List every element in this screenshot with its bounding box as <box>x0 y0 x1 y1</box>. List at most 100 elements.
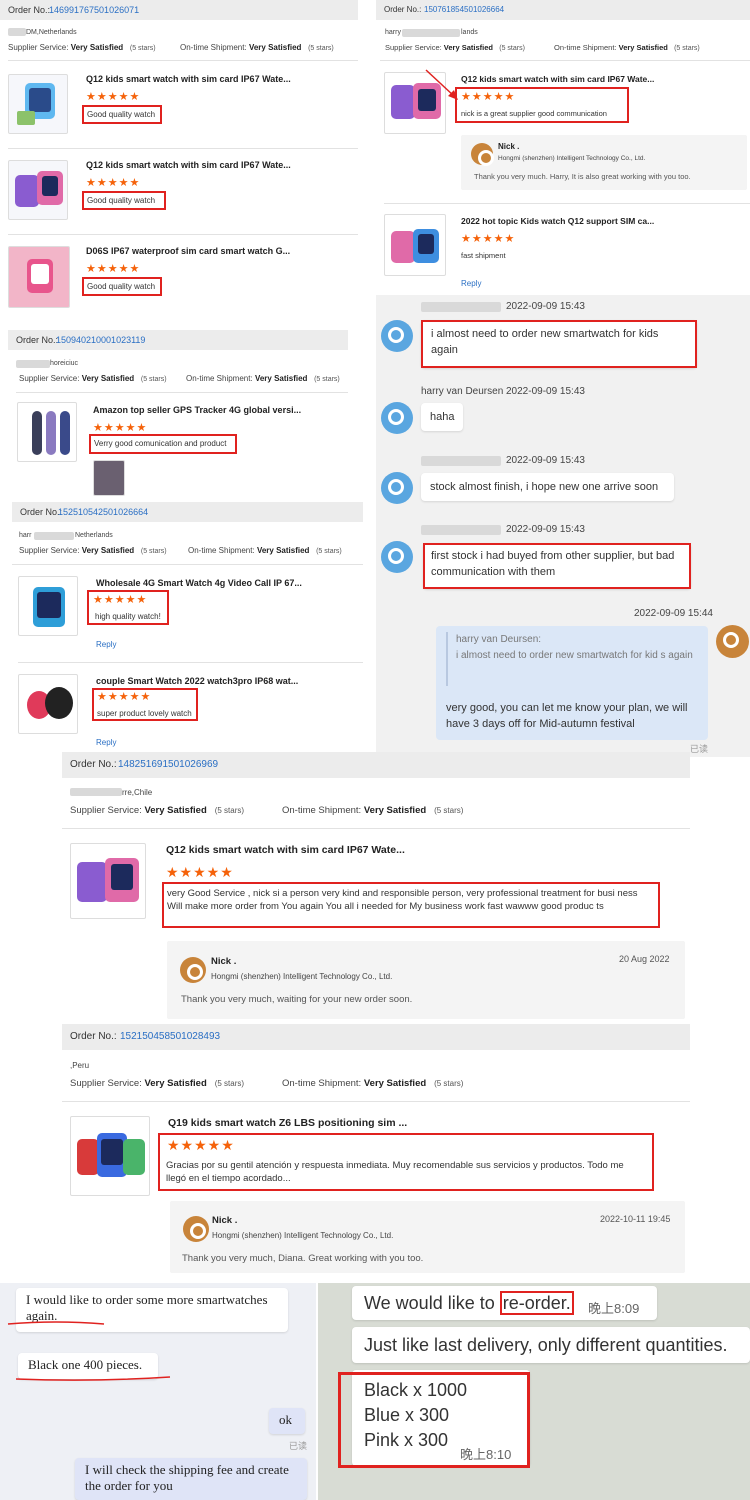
message-text: Just like last delivery, only different … <box>364 1335 728 1355</box>
buyer-avatar[interactable] <box>381 320 413 352</box>
blurred-sender-name <box>421 456 501 466</box>
message-time: 2022-09-09 15:43 <box>506 524 585 535</box>
product-title[interactable]: D06S IP67 waterproof sim card smart watc… <box>86 246 301 256</box>
stars-note: (5 stars) <box>316 548 342 555</box>
review-text: Good quality watch <box>82 277 162 296</box>
reply-link[interactable]: Reply <box>96 738 116 747</box>
product-image[interactable] <box>8 246 70 308</box>
highlight-box <box>338 1372 530 1468</box>
review-photo[interactable] <box>93 460 125 496</box>
message-text: Black one 400 pieces. <box>28 1357 143 1372</box>
supplier-label: Supplier Service: <box>19 374 80 383</box>
blurred-buyer-name <box>70 788 122 796</box>
supplier-rating: Supplier Service: Very Satisfied (5 star… <box>70 1078 244 1089</box>
message-text: haha <box>430 411 455 423</box>
buyer-avatar[interactable] <box>381 402 413 434</box>
shipment-label: On-time Shipment: <box>180 43 247 52</box>
message-text: stock almost finish, i hope new one arri… <box>430 481 659 493</box>
product-image[interactable] <box>17 402 77 462</box>
buyer-name: harr <box>19 532 32 539</box>
buyer-name: horeiciuc <box>50 360 79 367</box>
stars-note: (5 stars) <box>129 45 156 52</box>
message-time: 晚上8:09 <box>588 1301 640 1316</box>
seller-reply-card: Nick . Hongmi (shenzhen) Intelligent Tec… <box>167 941 685 1019</box>
supplier-label: Supplier Service: <box>385 43 442 52</box>
seller-avatar <box>180 957 206 983</box>
product-title[interactable]: Wholesale 4G Smart Watch 4g Video Call I… <box>96 578 306 588</box>
order-number-link[interactable]: 148251691501026969 <box>118 759 218 770</box>
order-number-link[interactable]: 150761854501026664 <box>424 5 504 14</box>
shipment-rating: On-time Shipment: Very Satisfied (5 star… <box>282 1078 463 1089</box>
seller-name: Nick . <box>211 956 237 967</box>
supplier-value: Very Satisfied <box>443 43 493 52</box>
supplier-label: Supplier Service: <box>19 546 80 555</box>
chat-bubble-own: I will check the shipping fee and create… <box>75 1458 307 1500</box>
product-title[interactable]: Q12 kids smart watch with sim card IP67 … <box>166 844 446 856</box>
blurred-buyer-name <box>16 360 50 368</box>
own-chat-bubble: harry van Deursen: i almost need to orde… <box>436 626 708 740</box>
shipment-rating: On-time Shipment: Very Satisfied (5 star… <box>554 43 700 52</box>
seller-name: Nick . <box>498 142 520 151</box>
product-title[interactable]: Q19 kids smart watch Z6 LBS positioning … <box>168 1117 438 1129</box>
supplier-rating: Supplier Service: Very Satisfied (5 star… <box>70 805 244 816</box>
order-number-link[interactable]: 152150458501028493 <box>120 1031 220 1042</box>
product-title[interactable]: couple Smart Watch 2022 watch3pro IP68 w… <box>96 676 306 686</box>
buyer-avatar[interactable] <box>381 541 413 573</box>
order-label: Order No.: <box>8 5 51 15</box>
chat-bubble: Just like last delivery, only different … <box>352 1327 750 1363</box>
reply-link[interactable]: Reply <box>461 279 481 288</box>
product-title[interactable]: Q12 kids smart watch with sim card IP67 … <box>86 160 301 170</box>
shipment-label: On-time Shipment: <box>186 374 253 383</box>
shipment-value: Very Satisfied <box>256 546 310 555</box>
product-image[interactable] <box>70 843 146 919</box>
seller-avatar <box>183 1216 209 1242</box>
order-header: Order No.: 152150458501028493 <box>62 1024 690 1050</box>
product-image[interactable] <box>384 214 446 276</box>
chat-bubble-own: ok <box>269 1408 305 1434</box>
supplier-value: Very Satisfied <box>144 1078 207 1089</box>
quoted-text: i almost need to order new smartwatch fo… <box>456 650 693 661</box>
supplier-value: Very Satisfied <box>70 43 124 52</box>
review-text: Gracias por su gentil atención y respues… <box>158 1133 654 1191</box>
seller-reply-card: Nick . Hongmi (shenzhen) Intelligent Tec… <box>461 135 747 190</box>
buyer-country: lands <box>461 29 478 36</box>
seller-company: Hongmi (shenzhen) Intelligent Technology… <box>498 155 646 162</box>
chat-bubble: haha <box>421 403 463 431</box>
product-image[interactable] <box>18 674 78 734</box>
shipment-label: On-time Shipment: <box>554 43 617 52</box>
message-time: 2022-09-09 15:43 <box>506 455 585 466</box>
message-time: 2022-09-09 15:43 <box>506 301 585 312</box>
order-number-link[interactable]: 146991767501026071 <box>49 5 139 15</box>
product-title[interactable]: Q12 kids smart watch with sim card IP67 … <box>461 74 671 84</box>
seller-reply-text: Thank you very much, Diana. Great workin… <box>182 1253 424 1264</box>
product-title[interactable]: 2022 hot topic Kids watch Q12 support SI… <box>461 216 671 226</box>
order-number-link[interactable]: 152510542501026664 <box>58 507 148 517</box>
order-header: Order No.: 152510542501026664 <box>12 502 363 522</box>
buyer-avatar[interactable] <box>381 472 413 504</box>
reply-link[interactable]: Reply <box>96 640 116 649</box>
supplier-rating: Supplier Service: Very Satisfied (5 star… <box>385 43 525 52</box>
seller-company: Hongmi (shenzhen) Intelligent Technology… <box>211 972 393 981</box>
supplier-label: Supplier Service: <box>8 43 69 52</box>
quoted-message: harry van Deursen: i almost need to orde… <box>446 632 700 686</box>
star-rating: ★★★★★ <box>86 91 141 103</box>
seller-reply-text: Thank you very much. Harry, It is also g… <box>474 172 691 181</box>
stars-note: (5 stars) <box>499 45 525 52</box>
product-image[interactable] <box>18 576 78 636</box>
seller-avatar[interactable] <box>716 625 749 658</box>
star-rating: ★★★★★ <box>86 177 141 189</box>
product-title[interactable]: Q12 kids smart watch with sim card IP67 … <box>86 74 301 84</box>
stars-note: (5 stars) <box>214 1079 245 1088</box>
order-number-link[interactable]: 150940210001023119 <box>56 335 145 345</box>
review-text: Verry good comunication and product <box>89 434 237 454</box>
order-label: Order No.: <box>20 507 63 517</box>
star-rating: ★★★★★ <box>93 422 148 434</box>
buyer-country: DM,Netherlands <box>26 29 77 36</box>
product-image[interactable] <box>8 160 68 220</box>
product-image[interactable] <box>70 1116 150 1196</box>
chat-bubble: We would like to re-order. 晚上8:09 <box>352 1286 657 1320</box>
product-image[interactable] <box>8 74 68 134</box>
product-title[interactable]: Amazon top seller GPS Tracker 4G global … <box>93 405 303 415</box>
review-text: very Good Service , nick si a person ver… <box>162 882 660 928</box>
order-label: Order No.: <box>384 5 422 14</box>
